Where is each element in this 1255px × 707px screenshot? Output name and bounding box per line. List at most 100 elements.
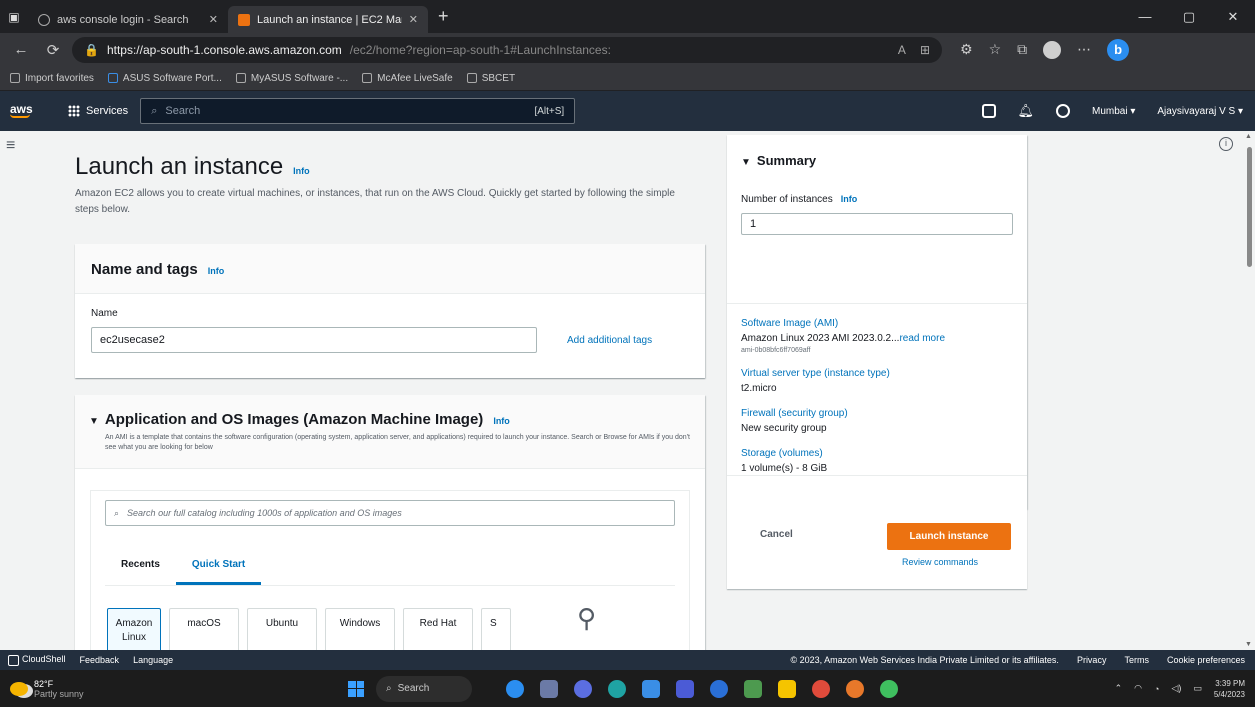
menu-icon[interactable]: ≡	[6, 137, 15, 155]
scroll-thumb[interactable]	[1247, 147, 1252, 267]
info-panel-icon[interactable]: i	[1219, 137, 1233, 151]
os-card-macos[interactable]: macOS	[169, 608, 239, 650]
launch-instance-button[interactable]: Launch instance	[887, 523, 1011, 550]
favorites-star-icon[interactable]: ☆	[989, 41, 1002, 58]
teams-icon[interactable]	[574, 679, 592, 698]
services-menu[interactable]: Services	[68, 105, 128, 117]
task-view-icon[interactable]	[540, 679, 558, 698]
calculator-icon[interactable]	[744, 679, 762, 698]
more-icon[interactable]: ⋯	[1077, 41, 1091, 58]
aws-logo[interactable]: aws	[0, 103, 40, 118]
cloudshell-icon[interactable]	[981, 104, 996, 118]
clock[interactable]: 3:39 PM 5/4/2023	[1214, 678, 1245, 700]
profile-avatar[interactable]	[1043, 40, 1062, 59]
wifi-icon[interactable]: ◔	[1154, 684, 1159, 694]
feedback-link[interactable]: Feedback	[80, 655, 120, 665]
add-additional-tags-link[interactable]: Add additional tags	[567, 335, 652, 346]
close-window-icon[interactable]: ✕	[1211, 0, 1255, 33]
refresh-icon[interactable]: ⟳	[40, 37, 66, 63]
num-instances-label: Number of instances	[741, 194, 833, 205]
ami-info-link[interactable]: Info	[493, 416, 510, 426]
os-card-amazon-linux[interactable]: Amazon Linux	[107, 608, 161, 650]
name-tags-info-link[interactable]: Info	[208, 266, 225, 276]
account-menu[interactable]: Ajaysivayaraj V S ▾	[1157, 106, 1243, 117]
network-icon[interactable]: ◠	[1134, 683, 1142, 694]
favorite-sbcet[interactable]: SBCET	[466, 73, 515, 84]
chevron-up-icon[interactable]: ⌃	[1115, 683, 1123, 694]
close-tab-icon[interactable]: ✕	[209, 13, 218, 26]
browser-tab-search[interactable]: aws console login - Search ✕	[28, 6, 228, 33]
tab-actions-icon[interactable]: ▣	[0, 0, 28, 33]
store-icon[interactable]	[642, 679, 660, 698]
extensions-icon[interactable]: ⚙	[960, 41, 973, 58]
collections-icon[interactable]: ⧉	[1017, 41, 1027, 58]
review-commands-link[interactable]: Review commands	[902, 557, 978, 567]
terms-link[interactable]: Terms	[1124, 655, 1149, 665]
firewall-value: New security group	[741, 423, 827, 434]
ami-search-input[interactable]: ⌕ Search our full catalog including 1000…	[105, 500, 675, 526]
os-card-ubuntu[interactable]: Ubuntu	[247, 608, 317, 650]
favorite-asus[interactable]: ASUS Software Port...	[107, 73, 222, 84]
read-aloud-icon[interactable]: A	[898, 43, 906, 57]
title-info-link[interactable]: Info	[293, 166, 310, 176]
cookie-preferences-link[interactable]: Cookie preferences	[1167, 655, 1245, 665]
scroll-down-icon[interactable]: ▼	[1245, 641, 1252, 648]
num-instances-info-link[interactable]: Info	[841, 194, 858, 205]
bell-icon[interactable]: 🔔︎	[1018, 103, 1035, 119]
tab-recents[interactable]: Recents	[105, 547, 176, 585]
bing-chat-icon[interactable]: b	[1107, 38, 1130, 61]
privacy-link[interactable]: Privacy	[1077, 655, 1107, 665]
cancel-button[interactable]: Cancel	[760, 529, 793, 540]
tab-quick-start[interactable]: Quick Start	[175, 547, 262, 585]
favorite-mcafee[interactable]: McAfee LiveSafe	[362, 73, 453, 84]
app-available-icon[interactable]: ⊞	[920, 43, 930, 57]
scroll-up-icon[interactable]: ▲	[1245, 133, 1252, 140]
num-instances-input[interactable]: 1	[741, 213, 1013, 235]
collapse-caret-icon[interactable]: ▼	[741, 157, 751, 168]
ami-title-row[interactable]: ▼ Application and OS Images (Amazon Machi…	[89, 411, 691, 428]
page-scrollbar[interactable]: ▲ ▼	[1243, 131, 1255, 650]
media-icon[interactable]	[880, 679, 898, 698]
copilot-icon[interactable]	[506, 679, 524, 698]
name-tags-title-row: Name and tags Info	[91, 261, 689, 278]
software-image-label[interactable]: Software Image (AMI)	[741, 318, 1013, 329]
maximize-icon[interactable]: ▢	[1167, 0, 1211, 33]
os-card-partial[interactable]: S	[481, 608, 511, 650]
taskbar-search[interactable]: ⌕ Search	[376, 675, 472, 702]
app-icon[interactable]	[676, 679, 694, 698]
settings-icon[interactable]	[710, 679, 728, 698]
firefox-icon[interactable]	[846, 679, 864, 698]
summary-header[interactable]: ▼ Summary	[727, 135, 1027, 168]
server-type-label[interactable]: Virtual server type (instance type)	[741, 368, 1013, 379]
os-card-redhat[interactable]: Red Hat	[403, 608, 473, 650]
file-explorer-icon[interactable]	[778, 679, 796, 698]
collapse-caret-icon[interactable]: ▼	[89, 416, 99, 427]
name-input[interactable]: ec2usecase2	[91, 327, 537, 353]
close-tab-icon[interactable]: ✕	[409, 13, 418, 26]
volume-icon[interactable]: ◁)	[1171, 683, 1181, 694]
region-selector[interactable]: Mumbai ▾	[1092, 106, 1135, 117]
ami-title: Application and OS Images (Amazon Machin…	[104, 411, 484, 428]
back-icon[interactable]: ←	[8, 37, 34, 63]
minimize-icon[interactable]: —	[1123, 0, 1167, 33]
url-field[interactable]: 🔒 https://ap-south-1.console.aws.amazon.…	[72, 36, 942, 63]
help-icon[interactable]	[1056, 104, 1071, 118]
new-tab-button[interactable]: +	[428, 6, 459, 27]
language-link[interactable]: Language	[133, 655, 173, 665]
battery-icon[interactable]: ▭	[1193, 683, 1202, 694]
weather-widget[interactable]: 82°F Partly sunny	[0, 679, 300, 699]
chrome-icon[interactable]	[812, 679, 830, 698]
storage-label[interactable]: Storage (volumes)	[741, 448, 1013, 459]
windows-start-icon[interactable]	[348, 680, 364, 697]
os-card-windows[interactable]: Windows	[325, 608, 395, 650]
read-more-link[interactable]: read more	[899, 333, 945, 344]
software-image-value: Amazon Linux 2023 AMI 2023.0.2...read mo…	[741, 333, 1013, 344]
favorite-myasus[interactable]: MyASUS Software -...	[235, 73, 348, 84]
browser-tab-ec2[interactable]: Launch an instance | EC2 Manag ✕	[228, 6, 428, 33]
firewall-label[interactable]: Firewall (security group)	[741, 408, 1013, 419]
aws-search-input[interactable]: ⌕ Search [Alt+S]	[140, 98, 576, 124]
favorite-import[interactable]: Import favorites	[10, 73, 94, 84]
edge-icon[interactable]	[608, 679, 626, 698]
cloudshell-link[interactable]: CloudShell	[8, 654, 66, 666]
browse-more-amis-icon[interactable]: ⚲	[577, 603, 596, 634]
